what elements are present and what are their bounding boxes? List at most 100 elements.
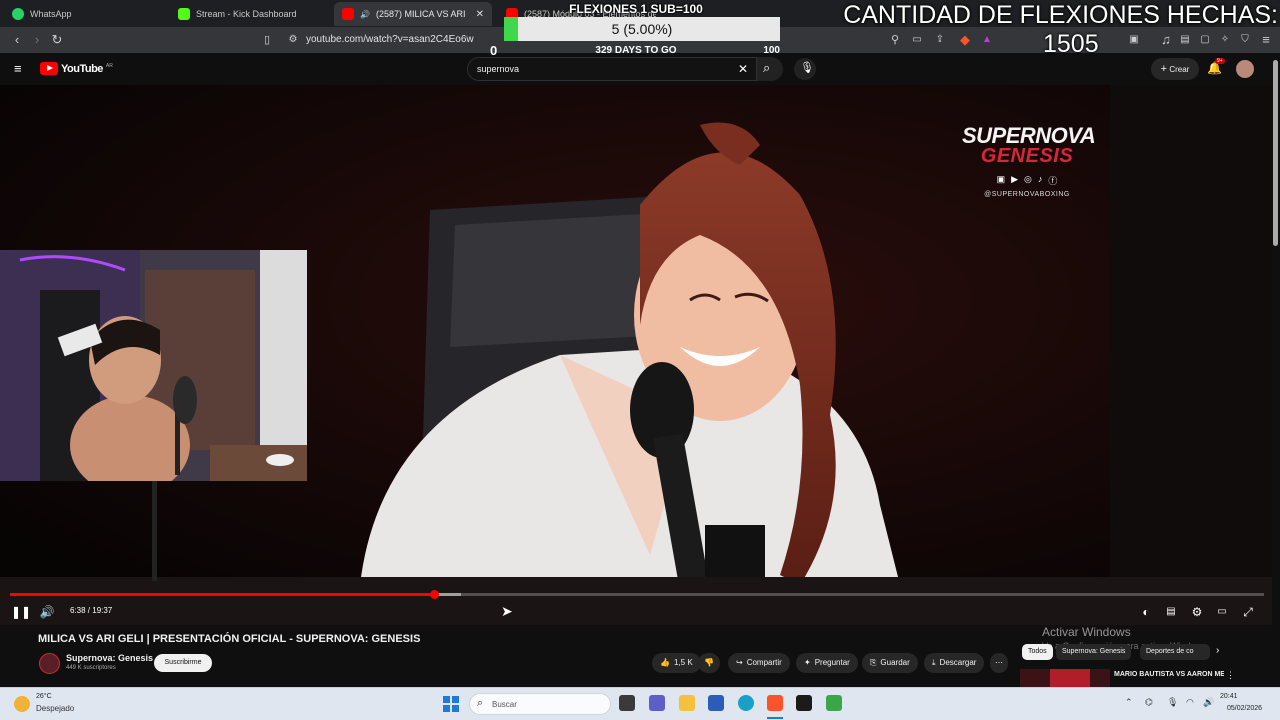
streamer-webcam-overlay — [0, 250, 307, 481]
logo-line-2: GENESIS — [980, 145, 1074, 167]
more-actions-button[interactable]: ⋯ — [990, 653, 1008, 673]
more-icon: ⋯ — [995, 658, 1003, 667]
site-info-icon[interactable]: ⚙ — [284, 31, 302, 49]
weather-description[interactable]: Despejado — [36, 704, 74, 713]
clear-search-icon[interactable]: ✕ — [738, 62, 748, 76]
channel-avatar[interactable] — [39, 653, 60, 674]
dislike-button[interactable]: 👎 — [698, 653, 720, 673]
youtube-logo[interactable]: YouTube AR — [40, 62, 113, 75]
kick-app-icon[interactable] — [796, 695, 812, 711]
wifi-icon[interactable]: ◠ — [1186, 697, 1194, 708]
volume-icon[interactable]: 🔊 — [39, 604, 55, 620]
video-info-section: MILICA VS ARI GELI | PRESENTACIÓN OFICIA… — [0, 625, 1280, 687]
windows-start-icon[interactable] — [443, 696, 459, 712]
video-player[interactable]: SUPERNOVA GENESIS ▣ ▶ ◎ ♪ ⓕ @SUPERNOVABO… — [0, 85, 1272, 625]
sub-goal-title: FLEXIONES 1 SUB=100 — [569, 2, 703, 16]
tab-youtube-active[interactable]: 🔊 (2587) MILICA VS ARI GELI | P ✕ — [334, 2, 492, 26]
ask-button[interactable]: ✦ Preguntar — [796, 653, 858, 673]
autoplay-toggle-icon[interactable]: ◐ — [1137, 604, 1155, 620]
speaker-tray-icon[interactable]: 🔊 — [1203, 697, 1214, 708]
store-icon[interactable] — [708, 695, 724, 711]
create-button[interactable]: + Crear — [1151, 58, 1199, 80]
search-query: supernova — [477, 64, 520, 74]
bookmark-icon[interactable]: ▯ — [258, 31, 276, 49]
share-button[interactable]: ↪ Compartir — [728, 653, 790, 673]
recommended-thumbnail[interactable] — [1020, 669, 1110, 687]
pause-icon[interactable]: ❚❚ — [11, 604, 31, 620]
sub-goal-bar: 5 (5.00%) — [504, 17, 780, 41]
search-icon: ⌕ — [477, 697, 484, 709]
chip-supernova[interactable]: Supernova: Genesis — [1056, 644, 1132, 660]
theater-mode-icon[interactable]: ▭ — [1214, 604, 1230, 620]
search-input[interactable]: supernova ✕ — [467, 57, 757, 81]
subtitles-icon[interactable]: ▤ — [1163, 604, 1179, 620]
network-icon[interactable]: ⌬ — [1145, 697, 1153, 708]
tab-title: (2587) MILICA VS ARI GELI | P — [375, 9, 466, 19]
task-view-icon[interactable] — [619, 695, 635, 711]
back-icon[interactable]: ‹ — [8, 31, 26, 49]
address-bar[interactable]: youtube.com/watch?v=asan2C4Eo6w — [306, 34, 474, 45]
share-icon: ↪ — [736, 658, 743, 667]
whatsapp-icon — [12, 8, 24, 20]
chip-all[interactable]: Todos — [1022, 644, 1053, 660]
brave-icon[interactable] — [767, 695, 783, 711]
tab-kick-dashboard[interactable]: Stream - Kick Dashboard — [170, 2, 330, 26]
pushups-count: 1505 — [1043, 30, 1099, 58]
close-icon[interactable]: ✕ — [476, 9, 484, 20]
youtube-play-icon — [40, 62, 58, 75]
taskbar-search-placeholder: Buscar — [492, 700, 517, 709]
microphone-tray-icon[interactable]: 🎙 — [1167, 697, 1178, 708]
like-button[interactable]: 👍 1,5 K — [652, 653, 701, 673]
recommended-title[interactable]: MARIO BAUTISTA VS AARON MERCURY | PRESEN… — [1114, 671, 1224, 678]
thumbs-down-icon: 👎 — [704, 658, 714, 667]
search-icon: ⌕ — [763, 60, 771, 75]
speaker-icon: 🔊 — [360, 9, 370, 19]
microphone-icon: 🎙 — [800, 62, 814, 74]
chip-deportes[interactable]: Deportes de co — [1140, 644, 1210, 660]
chevron-right-icon[interactable]: › — [1216, 645, 1219, 656]
player-controls: ❚❚ 🔊 6:38 / 19:37 ➤ ◐ ▤ ⚙ ▭ ⤢ — [0, 600, 1272, 624]
fullscreen-icon[interactable]: ⤢ — [1240, 604, 1256, 620]
youtube-icon: ▶ — [1011, 174, 1019, 184]
download-button[interactable]: ⤓ Descargar — [924, 653, 985, 673]
forward-icon[interactable]: › — [28, 31, 46, 49]
active-app-indicator — [767, 717, 783, 719]
pushups-counter-overlay: CANTIDAD DE FLEXIONES HECHAS: 1505 — [820, 0, 1280, 60]
page-scrollbar[interactable] — [1273, 60, 1278, 246]
kick-icon — [178, 8, 190, 20]
subscribe-button[interactable]: Suscribirme — [154, 654, 212, 672]
obs-icon[interactable] — [826, 695, 842, 711]
settings-gear-icon[interactable]: ⚙ — [1189, 604, 1205, 620]
edge-icon[interactable] — [738, 695, 754, 711]
clock-time[interactable]: 20:41 — [1220, 693, 1238, 700]
weather-temperature[interactable]: 26°C — [36, 693, 52, 700]
tab-title: Stream - Kick Dashboard — [196, 9, 297, 19]
file-explorer-icon[interactable] — [679, 695, 695, 711]
subscriber-count: 449 K suscriptores — [66, 665, 116, 671]
instagram-icon: ◎ — [1024, 174, 1032, 184]
tab-title: WhatsApp — [30, 9, 72, 19]
sub-goal-percent: 5 (5.00%) — [611, 21, 673, 37]
hamburger-menu-icon[interactable]: ≡ — [14, 61, 22, 76]
teams-icon[interactable] — [649, 695, 665, 711]
weather-sun-icon[interactable] — [14, 696, 30, 712]
avatar[interactable] — [1236, 60, 1254, 78]
reload-icon[interactable]: ↻ — [48, 31, 66, 49]
more-vertical-icon[interactable]: ⋮ — [1226, 670, 1235, 681]
search-button[interactable]: ⌕ — [757, 57, 783, 81]
progress-scrubber[interactable] — [429, 590, 439, 599]
thumbs-up-icon: 👍 — [660, 658, 670, 667]
time-display: 6:38 / 19:37 — [70, 606, 113, 615]
progress-bar[interactable] — [10, 590, 1264, 599]
clock-date[interactable]: 05/02/2026 — [1227, 705, 1262, 712]
voice-search-button[interactable]: 🎙 — [794, 58, 816, 80]
taskbar-search-input[interactable]: ⌕ Buscar — [469, 693, 611, 715]
chevron-up-icon[interactable]: ⌃ — [1125, 697, 1133, 708]
channel-name[interactable]: Supernova: Genesis — [66, 653, 153, 663]
bookmark-icon: ⎘ — [870, 658, 877, 667]
save-button[interactable]: ⎘ Guardar — [862, 653, 918, 673]
download-icon: ⤓ — [932, 658, 936, 667]
windows-taskbar: 26°C Despejado ⌕ Buscar ⌃ ⌬ 🎙 ◠ 🔊 20:41 … — [0, 687, 1280, 720]
social-icons: ▣ ▶ ◎ ♪ ⓕ — [962, 174, 1092, 187]
tab-whatsapp[interactable]: WhatsApp — [4, 2, 164, 26]
